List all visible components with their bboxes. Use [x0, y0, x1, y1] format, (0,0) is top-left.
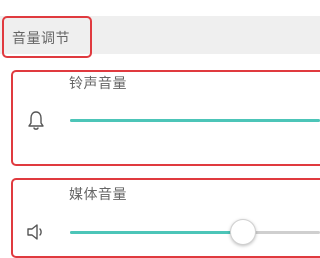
- ringtone-volume-slider-fill: [70, 119, 320, 122]
- media-volume-label: 媒体音量: [69, 187, 127, 203]
- ringtone-volume-label: 铃声音量: [69, 76, 127, 92]
- speaker-icon: [26, 223, 46, 241]
- media-volume-row: [11, 178, 320, 258]
- bell-icon: [27, 110, 45, 132]
- ringtone-volume-row: [11, 70, 320, 166]
- media-volume-slider-fill: [70, 231, 243, 234]
- section-title: 音量调节: [12, 31, 70, 47]
- media-volume-slider-thumb[interactable]: [230, 219, 256, 245]
